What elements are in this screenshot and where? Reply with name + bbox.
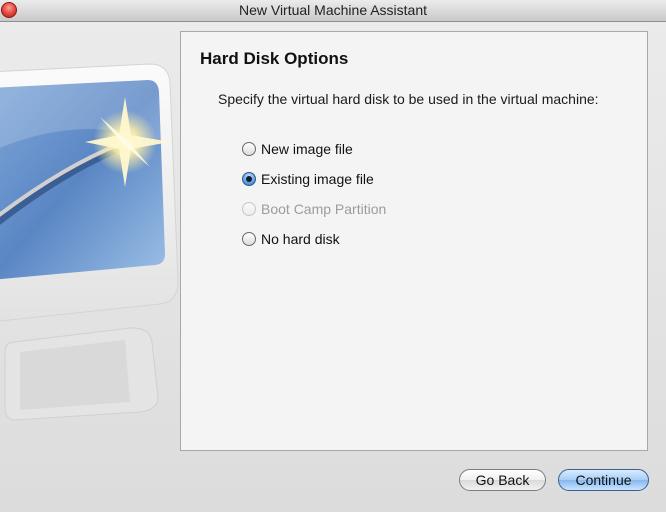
option-boot-camp-partition: Boot Camp Partition (242, 199, 386, 219)
radio-boot-camp-partition (242, 202, 256, 216)
title-bar: New Virtual Machine Assistant (0, 0, 666, 22)
option-no-hard-disk[interactable]: No hard disk (242, 229, 340, 249)
radio-new-image-file[interactable] (242, 142, 256, 156)
radio-existing-image-file[interactable] (242, 172, 256, 186)
window-title: New Virtual Machine Assistant (238, 2, 428, 18)
go-back-button[interactable]: Go Back (459, 469, 546, 491)
hard-disk-options-panel: Hard Disk Options Specify the virtual ha… (180, 31, 648, 451)
option-label: Boot Camp Partition (261, 201, 387, 217)
option-label: New image file (261, 141, 353, 157)
option-label: Existing image file (261, 171, 374, 187)
computer-wand-illustration (0, 63, 179, 421)
radio-selected-dot (246, 176, 252, 182)
radio-no-hard-disk[interactable] (242, 232, 256, 246)
page-title: Hard Disk Options (200, 49, 349, 68)
option-new-image-file[interactable]: New image file (242, 139, 353, 159)
option-existing-image-file[interactable]: Existing image file (242, 169, 374, 189)
continue-button[interactable]: Continue (558, 469, 649, 491)
instruction-text: Specify the virtual hard disk to be used… (218, 91, 599, 107)
option-label: No hard disk (261, 231, 340, 247)
